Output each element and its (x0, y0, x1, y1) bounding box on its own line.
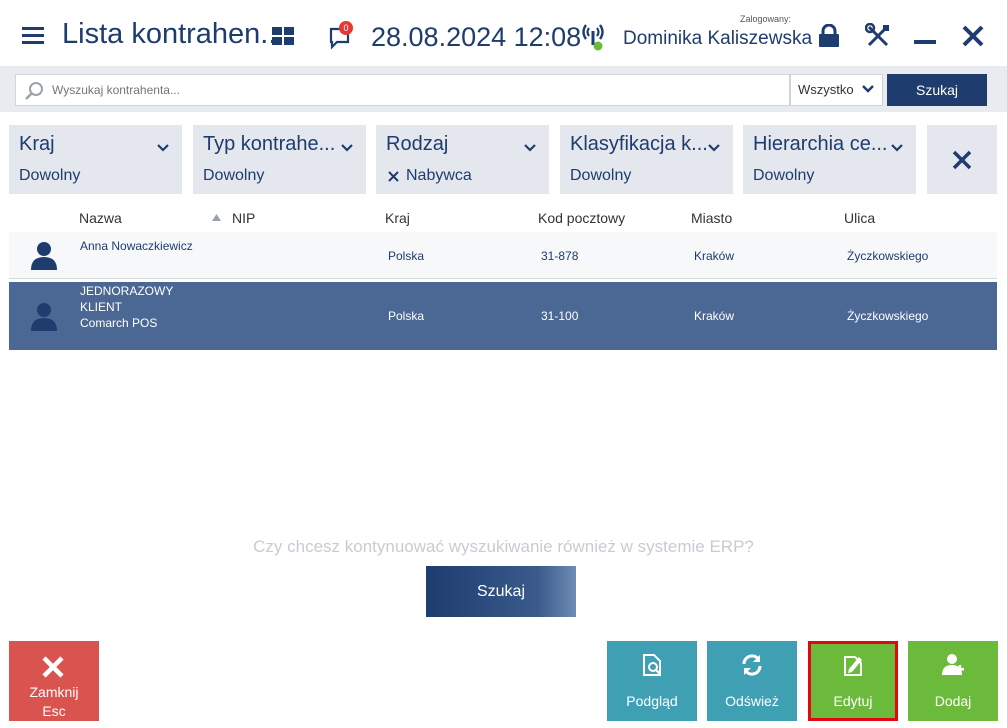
close-icon (952, 150, 972, 170)
filter-value: Dowolny (753, 167, 815, 184)
logged-in-label: Zalogowany: (740, 14, 792, 24)
customer-country: Polska (388, 249, 425, 263)
table-header: Nazwa NIP Kraj Kod pocztowy Miasto Ulica (0, 205, 1007, 232)
erp-search-button[interactable]: Szukaj (426, 566, 576, 617)
search-button[interactable]: Szukaj (887, 74, 987, 106)
add-label: Dodaj (934, 693, 972, 709)
column-header-name[interactable]: Nazwa (79, 210, 122, 226)
notification-badge: 0 (339, 21, 353, 35)
close-shortcut: Esc (42, 703, 66, 719)
refresh-button[interactable]: Odśwież (707, 641, 797, 721)
connection-status-icon (582, 24, 604, 51)
close-button[interactable]: Zamknij Esc (9, 641, 99, 721)
filter-label: Hierarchia ce... (753, 133, 888, 155)
close-label: Zamknij (29, 684, 79, 700)
customer-name-line3: Comarch POS (80, 316, 158, 330)
filter-value: Dowolny (19, 167, 81, 184)
customer-name-line2: KLIENT (80, 300, 123, 314)
lock-icon[interactable] (818, 24, 840, 48)
preview-document-icon (643, 654, 661, 676)
page-title: Lista kontrahen... (62, 18, 285, 50)
chevron-down-icon (157, 144, 169, 152)
minimize-button[interactable] (914, 40, 936, 44)
add-person-icon (942, 654, 964, 675)
table-row[interactable]: Anna Nowaczkiewicz Polska 31-878 Kraków … (9, 232, 997, 279)
column-header-city[interactable]: Miasto (691, 210, 732, 226)
datetime: 28.08.2024 12:08 (371, 22, 582, 52)
customer-name-line1: JEDNORAZOWY (80, 284, 174, 298)
filter-label: Kraj (19, 133, 55, 155)
chevron-down-icon (862, 85, 874, 93)
customer-street: Życzkowskiego (847, 309, 929, 323)
filter-customer-type[interactable]: Typ kontrahe... Dowolny (193, 125, 366, 194)
add-button[interactable]: Dodaj (908, 641, 998, 721)
refresh-icon (742, 654, 762, 676)
filter-value: Dowolny (203, 167, 265, 184)
customer-city: Kraków (694, 309, 735, 323)
menu-icon[interactable] (22, 27, 44, 45)
close-window-icon[interactable] (961, 24, 985, 48)
edit-document-icon (844, 656, 862, 676)
filter-classification[interactable]: Klasyfikacja k... Dowolny (560, 125, 733, 194)
preview-label: Podgląd (626, 693, 678, 709)
erp-search-prompt: Czy chcesz kontynuować wyszukiwanie równ… (253, 537, 754, 556)
settings-tools-icon[interactable] (865, 23, 891, 49)
chevron-down-icon (341, 144, 353, 152)
edit-button[interactable]: Edytuj (808, 641, 898, 721)
refresh-label: Odśwież (725, 693, 779, 709)
filter-label: Klasyfikacja k... (570, 133, 708, 155)
column-header-street[interactable]: Ulica (844, 210, 875, 226)
person-icon (31, 303, 57, 331)
column-header-nip[interactable]: NIP (232, 210, 255, 226)
customer-country: Polska (388, 309, 425, 323)
person-icon (31, 242, 57, 270)
column-header-country[interactable]: Kraj (385, 210, 410, 226)
customer-street: Życzkowskiego (847, 249, 929, 263)
chevron-down-icon (708, 144, 720, 152)
edit-label: Edytuj (833, 693, 873, 709)
filter-value: Nabywca (406, 167, 472, 184)
tiles-view-icon[interactable] (272, 27, 296, 47)
sort-asc-icon (212, 214, 221, 221)
user-name: Dominika Kaliszewska (623, 28, 813, 49)
filter-label: Typ kontrahe... (203, 133, 336, 155)
search-input[interactable] (15, 74, 790, 106)
close-icon (42, 656, 64, 678)
customer-postal-code: 31-100 (541, 309, 579, 323)
customer-name: Anna Nowaczkiewicz (80, 239, 193, 253)
chevron-down-icon (524, 144, 536, 152)
customer-list-window: Lista kontrahen... 0 28.08.2024 12:08 Za… (0, 0, 1007, 728)
remove-filter-icon[interactable] (388, 171, 399, 182)
clear-filters-button[interactable] (927, 125, 997, 194)
table-row-selected[interactable]: JEDNORAZOWY KLIENT Comarch POS Polska 31… (9, 282, 997, 350)
filter-price-hierarchy[interactable]: Hierarchia ce... Dowolny (743, 125, 916, 194)
filter-kind[interactable]: Rodzaj Nabywca (376, 125, 549, 194)
customer-postal-code: 31-878 (541, 249, 579, 263)
column-header-postal-code[interactable]: Kod pocztowy (538, 210, 625, 226)
search-icon (25, 82, 43, 100)
filter-country[interactable]: Kraj Dowolny (9, 125, 182, 194)
customer-city: Kraków (694, 249, 735, 263)
header: Lista kontrahen... 0 28.08.2024 12:08 Za… (0, 0, 1007, 70)
filter-label: Rodzaj (386, 133, 449, 155)
chevron-down-icon (891, 144, 903, 152)
preview-button[interactable]: Podgląd (607, 641, 697, 721)
filter-value: Dowolny (570, 167, 632, 184)
